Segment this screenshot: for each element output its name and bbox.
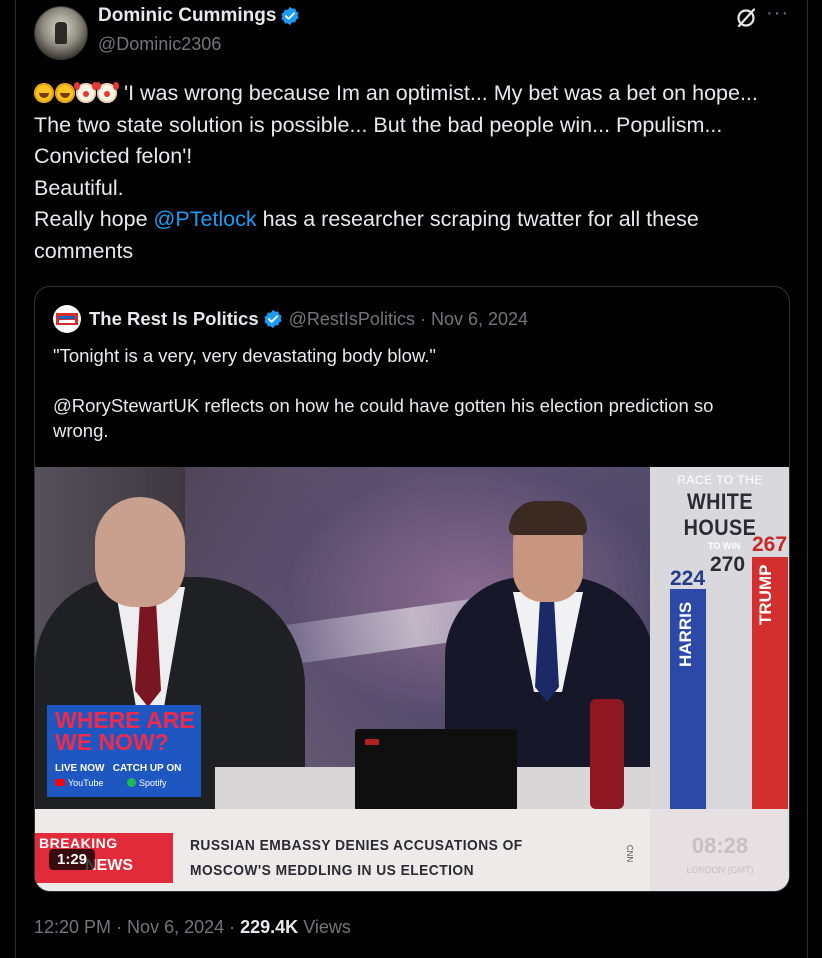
more-icon[interactable]: ··· [766,2,789,25]
author-avatar[interactable] [34,6,88,60]
to-win-label: TO WIN [708,541,741,551]
tweet-meta: 12:20 PM · Nov 6, 2024 · 229.4K Views [34,917,351,938]
author-name-row: Dominic Cummings [98,5,300,27]
laughing-emoji-icon [34,83,54,103]
tweet-line-2: Beautiful. [34,175,124,200]
video-player[interactable]: WHERE ARE WE NOW? LIVE NOW CATCH UP ON Y… [35,467,789,891]
mention-link[interactable]: @PTetlock [154,207,257,231]
left-column-border [15,0,16,958]
clock-time: 08:28 [691,833,749,858]
views-label: Views [303,917,351,937]
quoted-text-quote: "Tonight is a very, very devastating bod… [53,345,436,366]
overlay-live: LIVE NOW [55,763,105,774]
verified-badge-icon[interactable] [280,6,300,26]
quoted-author-name[interactable]: The Rest Is Politics [89,308,259,330]
quoted-text-body: @RoryStewartUK reflects on how he could … [53,395,714,441]
quoted-author-handle[interactable]: @RestIsPolitics [289,309,415,330]
overlay-spotify: Spotify [127,778,167,788]
race-panel: RACE TO THE WHITE HOUSE TO WIN 270 224 2… [650,467,789,809]
tweet-line-3-prefix: Really hope [34,207,154,231]
overlay-youtube-label: YouTube [68,778,104,788]
overlay-catch: CATCH UP ON [112,763,182,774]
video-duration: 1:29 [49,849,96,870]
tweet-text: 'I was wrong because Im an optimist... M… [34,78,774,267]
laughing-emoji-icon [55,83,75,103]
tweet-date[interactable]: · Nov 6, 2024 · [116,917,235,937]
presenter-left-head [95,497,185,607]
quoted-tweet-text: "Tonight is a very, very devastating bod… [53,343,773,443]
quoted-tweet-header: The Rest Is Politics @RestIsPolitics · N… [53,305,528,333]
author-handle[interactable]: @Dominic2306 [98,34,221,55]
clown-emoji-icon [95,82,117,103]
race-top-label: RACE TO THE [677,473,763,487]
trump-label: TRUMP [756,564,775,625]
harris-value: 224 [670,567,706,590]
author-display-name[interactable]: Dominic Cummings [98,5,276,27]
tweet: Dominic Cummings @Dominic2306 ··· 'I was… [34,0,790,958]
cnn-label: CNN [625,844,635,863]
grok-icon[interactable] [734,6,758,30]
right-column-border [807,0,808,958]
youtube-icon [55,779,65,786]
quoted-tweet[interactable]: The Rest Is Politics @RestIsPolitics · N… [34,286,790,892]
spotify-icon [127,778,136,787]
tweet-line-1: 'I was wrong because Im an optimist... M… [34,78,774,173]
news-ticker: BREAKING NEWS 1:29 RUSSIAN EMBASSY DENIE… [35,809,789,891]
harris-label: HARRIS [676,601,695,667]
to-win-value: 270 [710,553,746,576]
presenter-right-hair [509,501,587,535]
water-bottle [590,699,624,809]
overlay-spotify-label: Spotify [139,778,167,788]
clown-emoji-icon [74,82,96,103]
laptop [355,729,517,811]
verified-badge-icon [264,309,282,329]
clock-zone: LONDON (GMT) [686,865,754,875]
where-are-we-now-overlay: WHERE ARE WE NOW? LIVE NOW CATCH UP ON Y… [47,705,201,797]
broadcast-clock: 08:28 LONDON (GMT) [650,809,789,891]
overlay-subtitle: LIVE NOW CATCH UP ON [55,763,181,774]
tweet-time[interactable]: 12:20 PM [34,917,111,937]
overlay-youtube: YouTube [55,778,103,788]
tweet-line-1-text: 'I was wrong because Im an optimist... M… [34,81,758,168]
views-count[interactable]: 229.4K [240,917,298,937]
tweet-line-3: Really hope @PTetlock has a researcher s… [34,204,774,267]
laptop-logo [365,739,379,745]
trump-value: 267 [752,533,788,556]
quoted-tweet-date[interactable]: · Nov 6, 2024 [420,309,528,330]
quoted-author-avatar[interactable] [53,305,81,333]
overlay-title: WHERE ARE WE NOW? [55,707,195,755]
ticker-headline: RUSSIAN EMBASSY DENIES ACCUSATIONS OF MO… [190,837,523,879]
